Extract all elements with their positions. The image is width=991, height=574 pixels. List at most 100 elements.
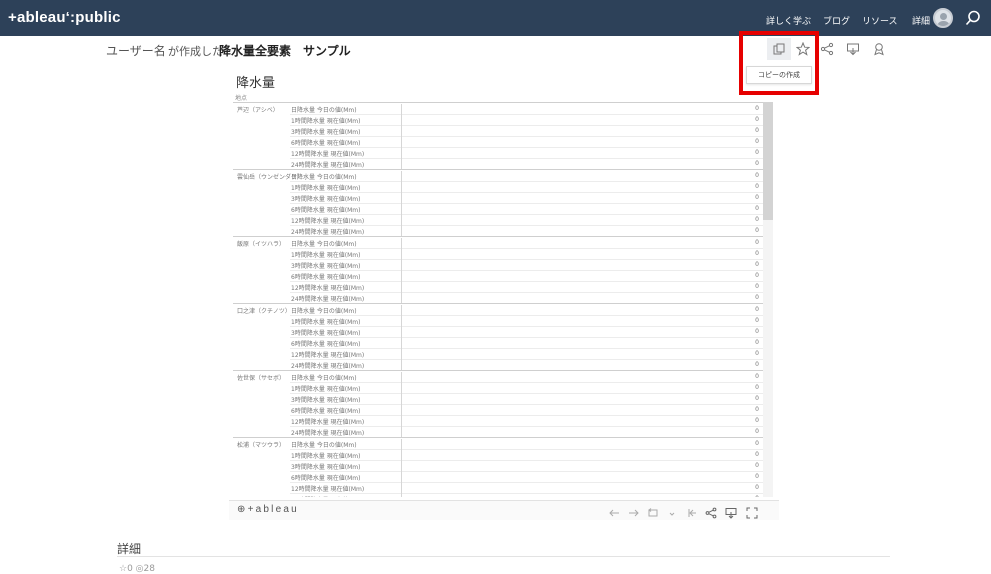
metric-label: 1時間降水量 現在値(Mm)	[291, 118, 361, 125]
site-name[interactable]: 松浦（マツウラ）	[237, 440, 285, 449]
table-row[interactable]: 3時間降水量 現在値(Mm) 0	[290, 327, 763, 338]
metric-value: 0	[755, 261, 759, 268]
table-row[interactable]: 6時間降水量 現在値(Mm) 0	[290, 405, 763, 416]
table-row[interactable]: 日降水量 今日の値(Mm) 0	[290, 372, 763, 383]
award-icon	[874, 43, 884, 56]
site-group: 佐世保（サセボ） 日降水量 今日の値(Mm) 0 1時間降水量 現在値(Mm) 0 3時間…	[233, 370, 763, 438]
table-row[interactable]: 3時間降水量 現在値(Mm) 0	[290, 394, 763, 405]
metric-label: 6時間降水量 現在値(Mm)	[291, 341, 361, 348]
site-group: 芦辺（アシベ） 日降水量 今日の値(Mm) 0 1時間降水量 現在値(Mm) 0 3時間降…	[233, 102, 763, 170]
favorites-views-stats: ☆0 ◎28	[119, 564, 155, 574]
nav-learn[interactable]: 詳しく学ぶ	[766, 14, 811, 27]
metric-value: 0	[755, 384, 759, 391]
table-row[interactable]: 12時間降水量 現在値(Mm) 0	[290, 215, 763, 226]
metric-label: 3時間降水量 現在値(Mm)	[291, 263, 361, 270]
column-divider	[401, 238, 402, 249]
table-row[interactable]: 1時間降水量 現在値(Mm) 0	[290, 115, 763, 126]
column-divider	[401, 405, 402, 416]
table-row[interactable]: 6時間降水量 現在値(Mm) 0	[290, 472, 763, 483]
nav-resources[interactable]: リソース	[862, 14, 898, 27]
table-row[interactable]: 12時間降水量 現在値(Mm) 0	[290, 282, 763, 293]
site-name[interactable]: 口之津（クチノツ）	[237, 306, 291, 315]
table-row[interactable]: 3時間降水量 現在値(Mm) 0	[290, 126, 763, 137]
chevron-down-icon[interactable]	[666, 504, 678, 516]
metric-value: 0	[755, 406, 759, 413]
table-row[interactable]: 3時間降水量 現在値(Mm) 0	[290, 193, 763, 204]
metric-label: 3時間降水量 現在値(Mm)	[291, 464, 361, 471]
metric-label: 6時間降水量 現在値(Mm)	[291, 408, 361, 415]
fullscreen-icon[interactable]	[746, 504, 758, 519]
redo-icon[interactable]	[628, 504, 640, 517]
site-name[interactable]: 佐世保（サセボ）	[237, 373, 285, 382]
metric-label: 日降水量 今日の値(Mm)	[291, 442, 357, 449]
metric-label: 1時間降水量 現在値(Mm)	[291, 453, 361, 460]
column-divider	[401, 148, 402, 159]
table-row[interactable]: 3時間降水量 現在値(Mm) 0	[290, 260, 763, 271]
metric-value: 0	[755, 462, 759, 469]
metric-label: 6時間降水量 現在値(Mm)	[291, 140, 361, 147]
table-row[interactable]: 24時間降水量 現在値(Mm) 0	[290, 494, 763, 497]
rainfall-table[interactable]: 芦辺（アシベ） 日降水量 今日の値(Mm) 0 1時間降水量 現在値(Mm) 0 3時間降…	[233, 102, 763, 497]
column-divider	[401, 260, 402, 271]
metadata-button[interactable]	[867, 38, 891, 60]
column-divider	[401, 215, 402, 226]
pause-icon[interactable]	[686, 504, 698, 517]
revert-icon[interactable]	[647, 504, 659, 517]
nav-blog[interactable]: ブログ	[823, 14, 850, 27]
share-icon[interactable]	[705, 504, 717, 519]
table-row[interactable]: 6時間降水量 現在値(Mm) 0	[290, 204, 763, 215]
metric-value: 0	[755, 339, 759, 346]
table-row[interactable]: 12時間降水量 現在値(Mm) 0	[290, 148, 763, 159]
column-divider	[401, 461, 402, 472]
table-row[interactable]: 日降水量 今日の値(Mm) 0	[290, 305, 763, 316]
table-row[interactable]: 12時間降水量 現在値(Mm) 0	[290, 483, 763, 494]
avatar[interactable]	[933, 8, 953, 28]
download-icon[interactable]	[725, 504, 737, 519]
table-row[interactable]: 3時間降水量 現在値(Mm) 0	[290, 461, 763, 472]
metric-label: 12時間降水量 現在値(Mm)	[291, 218, 365, 225]
table-row[interactable]: 日降水量 今日の値(Mm) 0	[290, 104, 763, 115]
author-name[interactable]: ユーザー名	[106, 42, 166, 59]
metric-value: 0	[755, 428, 759, 435]
column-divider	[401, 193, 402, 204]
site-name[interactable]: 芦辺（アシベ）	[237, 105, 279, 114]
metric-label: 6時間降水量 現在値(Mm)	[291, 207, 361, 214]
table-row[interactable]: 1時間降水量 現在値(Mm) 0	[290, 383, 763, 394]
site-group: 松浦（マツウラ） 日降水量 今日の値(Mm) 0 1時間降水量 現在値(Mm) 0 3時間…	[233, 437, 763, 497]
metric-value: 0	[755, 361, 759, 368]
metric-label: 24時間降水量 現在値(Mm)	[291, 495, 364, 497]
metric-value: 0	[755, 194, 759, 201]
search-icon[interactable]	[964, 9, 982, 27]
nav-details[interactable]: 詳細	[912, 14, 930, 27]
tableau-public-logo[interactable]: +ableau‘:public	[8, 9, 121, 26]
metric-value: 0	[755, 250, 759, 257]
table-row[interactable]: 12時間降水量 現在値(Mm) 0	[290, 416, 763, 427]
table-row[interactable]: 6時間降水量 現在値(Mm) 0	[290, 338, 763, 349]
metric-label: 1時間降水量 現在値(Mm)	[291, 185, 361, 192]
undo-icon[interactable]	[608, 504, 620, 517]
table-row[interactable]: 1時間降水量 現在値(Mm) 0	[290, 249, 763, 260]
metric-label: 3時間降水量 現在値(Mm)	[291, 196, 361, 203]
table-row[interactable]: 6時間降水量 現在値(Mm) 0	[290, 271, 763, 282]
metric-value: 0	[755, 350, 759, 357]
metric-value: 0	[755, 138, 759, 145]
tableau-footer-logo[interactable]: ⊕+ableau	[237, 504, 299, 515]
column-divider	[401, 483, 402, 494]
table-row[interactable]: 12時間降水量 現在値(Mm) 0	[290, 349, 763, 360]
table-row[interactable]: 1時間降水量 現在値(Mm) 0	[290, 450, 763, 461]
download-button[interactable]	[841, 38, 865, 60]
site-name[interactable]: 飯原（イツハラ）	[237, 239, 285, 248]
table-row[interactable]: 1時間降水量 現在値(Mm) 0	[290, 182, 763, 193]
table-row[interactable]: 1時間降水量 現在値(Mm) 0	[290, 316, 763, 327]
table-row[interactable]: 日降水量 今日の値(Mm) 0	[290, 171, 763, 182]
metric-label: 3時間降水量 現在値(Mm)	[291, 397, 361, 404]
table-scrollbar-thumb[interactable]	[763, 102, 773, 220]
top-nav: +ableau‘:public 詳しく学ぶ ブログ リソース 詳細	[0, 0, 991, 36]
table-row[interactable]: 日降水量 今日の値(Mm) 0	[290, 238, 763, 249]
site-group: 口之津（クチノツ） 日降水量 今日の値(Mm) 0 1時間降水量 現在値(Mm) 0 3時…	[233, 303, 763, 371]
table-row[interactable]: 6時間降水量 現在値(Mm) 0	[290, 137, 763, 148]
metric-label: 1時間降水量 現在値(Mm)	[291, 252, 361, 259]
metric-value: 0	[755, 105, 759, 112]
details-heading: 詳細	[117, 542, 142, 556]
table-row[interactable]: 日降水量 今日の値(Mm) 0	[290, 439, 763, 450]
